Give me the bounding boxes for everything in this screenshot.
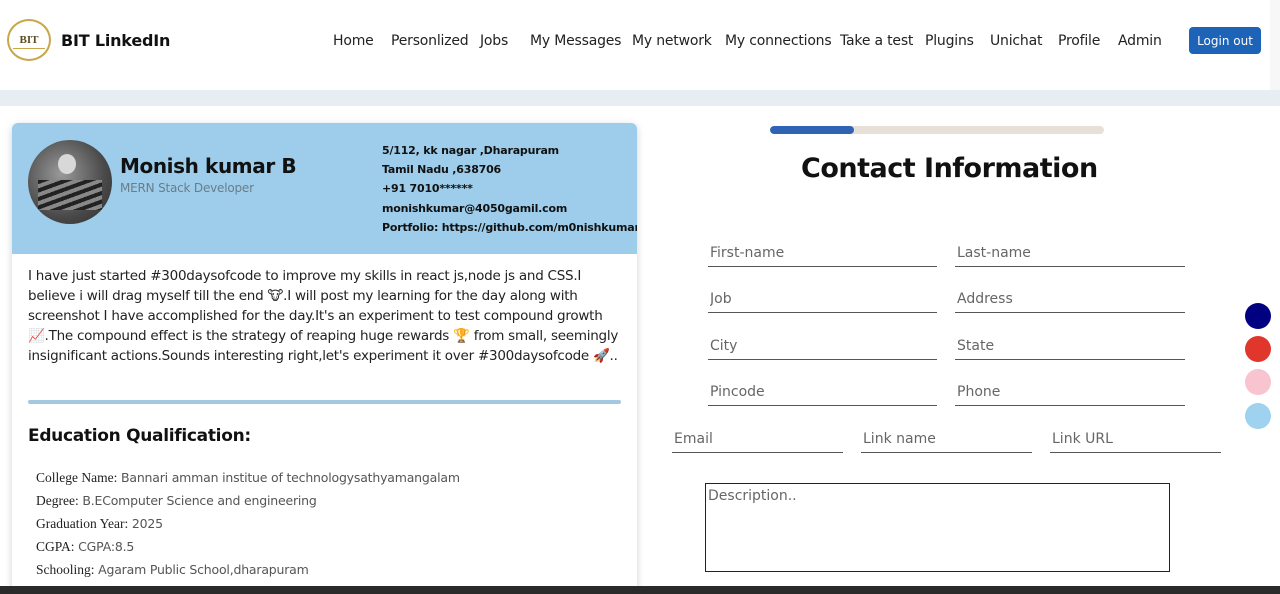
link-name-input[interactable] bbox=[861, 425, 1032, 453]
nav-admin[interactable]: Admin bbox=[1118, 33, 1162, 49]
nav-plugins[interactable]: Plugins bbox=[925, 33, 974, 49]
section-divider bbox=[28, 400, 621, 404]
education-value: Agaram Public School,dharapuram bbox=[98, 562, 309, 577]
form-progress-bar bbox=[770, 126, 1104, 134]
nav-profile[interactable]: Profile bbox=[1058, 33, 1100, 49]
profile-role: MERN Stack Developer bbox=[120, 181, 254, 195]
theme-color-lightblue-button[interactable] bbox=[1245, 403, 1271, 429]
nav-jobs[interactable]: Jobs bbox=[480, 33, 508, 49]
theme-color-navy-button[interactable] bbox=[1245, 303, 1271, 329]
link-url-input[interactable] bbox=[1050, 425, 1221, 453]
nav-home[interactable]: Home bbox=[333, 33, 374, 49]
nav-my-messages[interactable]: My Messages bbox=[530, 33, 621, 49]
form-progress-fill bbox=[770, 126, 854, 134]
address-input[interactable] bbox=[955, 285, 1185, 313]
nav-take-a-test[interactable]: Take a test bbox=[840, 33, 913, 49]
profile-card: Monish kumar B MERN Stack Developer 5/11… bbox=[12, 123, 637, 594]
top-navbar: BIT BIT LinkedIn Home Personlized Jobs M… bbox=[0, 0, 1280, 90]
education-title: Education Qualification: bbox=[28, 426, 251, 446]
contact-phone: +91 7010****** bbox=[382, 182, 473, 195]
education-label: Graduation Year: bbox=[36, 516, 129, 531]
education-label: Schooling: bbox=[36, 562, 95, 577]
description-textarea[interactable] bbox=[705, 483, 1170, 572]
phone-input[interactable] bbox=[955, 378, 1185, 406]
education-schooling: Schooling: Agaram Public School,dharapur… bbox=[36, 562, 309, 578]
education-graduation-year: Graduation Year: 2025 bbox=[36, 516, 163, 532]
email-input[interactable] bbox=[672, 425, 843, 453]
education-label: CGPA: bbox=[36, 539, 75, 554]
theme-color-pink-button[interactable] bbox=[1245, 369, 1271, 395]
nav-personlized[interactable]: Personlized bbox=[391, 33, 469, 49]
bottom-taskbar bbox=[0, 586, 1280, 594]
state-input[interactable] bbox=[955, 332, 1185, 360]
contact-state: Tamil Nadu ,638706 bbox=[382, 163, 502, 176]
education-value: B.EComputer Science and engineering bbox=[82, 493, 317, 508]
avatar bbox=[28, 140, 112, 224]
education-value: Bannari amman institue of technologysath… bbox=[120, 470, 460, 485]
nav-my-network[interactable]: My network bbox=[632, 33, 712, 49]
education-cgpa: CGPA: CGPA:8.5 bbox=[36, 539, 134, 555]
contact-portfolio[interactable]: Portfolio: https://github.com/m0nishkuma… bbox=[382, 221, 637, 234]
form-title: Contact Information bbox=[801, 153, 1098, 184]
nav-my-connections[interactable]: My connections bbox=[725, 33, 832, 49]
education-degree: Degree: B.EComputer Science and engineer… bbox=[36, 493, 317, 509]
education-value: 2025 bbox=[131, 516, 163, 531]
city-input[interactable] bbox=[708, 332, 937, 360]
job-input[interactable] bbox=[708, 285, 937, 313]
scrollbar[interactable] bbox=[1270, 0, 1280, 90]
bit-logo[interactable]: BIT bbox=[7, 19, 51, 61]
theme-color-red-button[interactable] bbox=[1245, 336, 1271, 362]
nav-unichat[interactable]: Unichat bbox=[990, 33, 1042, 49]
education-value: CGPA:8.5 bbox=[78, 539, 135, 554]
education-label: Degree: bbox=[36, 493, 79, 508]
profile-card-header: Monish kumar B MERN Stack Developer 5/11… bbox=[12, 123, 637, 254]
header-divider-band bbox=[0, 90, 1280, 106]
contact-address: 5/112, kk nagar ,Dharapuram bbox=[382, 144, 559, 157]
profile-name: Monish kumar B bbox=[120, 154, 297, 178]
education-label: College Name: bbox=[36, 470, 118, 485]
pincode-input[interactable] bbox=[708, 378, 937, 406]
first-name-input[interactable] bbox=[708, 239, 937, 267]
profile-bio: I have just started #300daysofcode to im… bbox=[28, 268, 619, 364]
logout-button[interactable]: Login out bbox=[1189, 27, 1261, 54]
education-college: College Name: Bannari amman institue of … bbox=[36, 470, 460, 486]
last-name-input[interactable] bbox=[955, 239, 1185, 267]
brand-name[interactable]: BIT LinkedIn bbox=[61, 31, 170, 50]
contact-email: monishkumar@4050gamil.com bbox=[382, 202, 568, 215]
